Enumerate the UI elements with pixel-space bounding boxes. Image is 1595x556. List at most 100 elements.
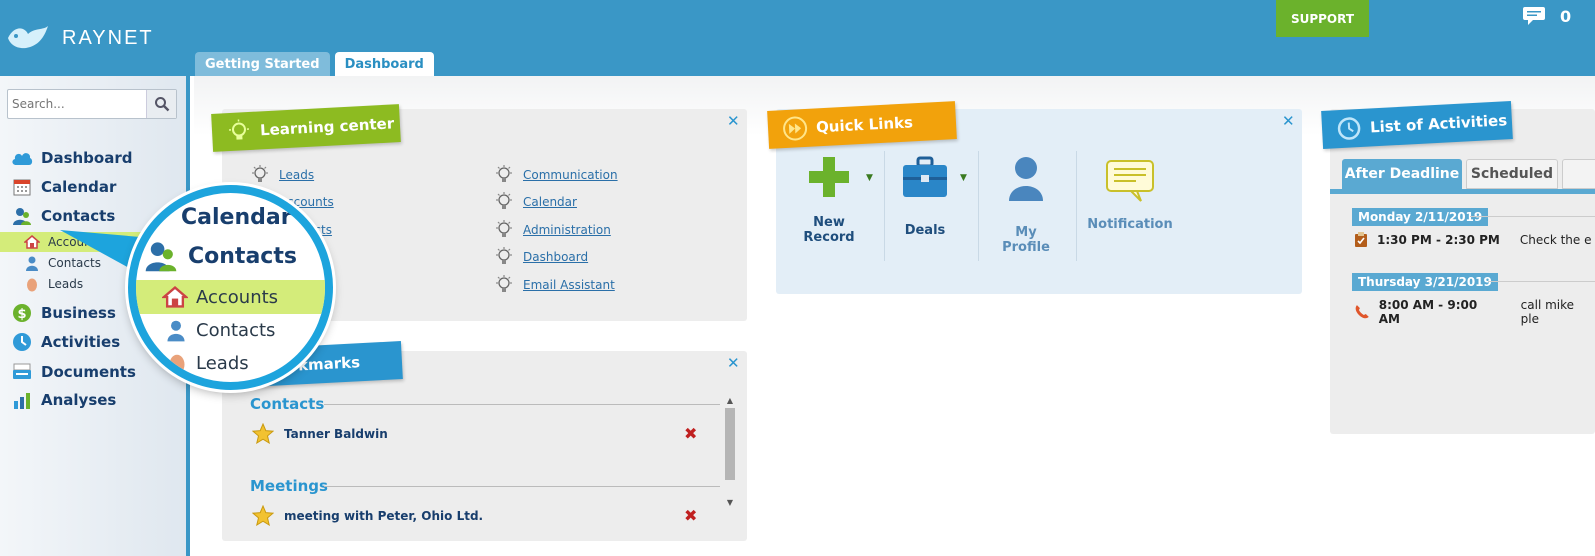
bookmark-label: Tanner Baldwin [284,426,388,441]
tab-more[interactable] [1562,159,1595,189]
quick-link-notification[interactable]: Notification [1087,159,1173,232]
activity-row[interactable]: 1:30 PM - 2:30 PM Check the e [1354,232,1591,248]
sidebar-item-label: Dashboard [41,149,133,167]
learning-link-dashboard[interactable]: Dashboard [493,246,588,268]
contacts-icon [11,205,33,227]
separator [978,151,979,261]
analyses-icon [11,389,33,411]
activity-time: 1:30 PM - 2:30 PM [1377,233,1500,247]
deals-dropdown-icon[interactable]: ▼ [960,173,967,183]
activities-icon [11,331,33,353]
support-button[interactable]: SUPPORT [1276,0,1369,37]
scroll-down-icon[interactable]: ▼ [724,498,736,507]
activity-text: Check the e [1519,233,1592,247]
bookmark-item[interactable]: meeting with Peter, Ohio Ltd. [252,505,483,526]
close-learning-center-icon[interactable]: ✕ [727,112,740,130]
messages[interactable]: 0 [1522,6,1571,26]
learning-link-email-assistant[interactable]: Email Assistant [493,274,615,296]
learning-link-calendar[interactable]: Calendar [493,191,577,213]
divider [1470,216,1595,217]
magnifier-contacts-sub: Contacts [166,318,275,342]
separator [1076,151,1077,261]
activities-panel: After Deadline Scheduled Monday 2/11/201… [1330,109,1595,434]
sidebar-item-calendar[interactable]: Calendar [0,176,190,198]
learning-link-leads[interactable]: Leads [249,164,314,186]
clock-icon [1337,117,1361,140]
divider [324,486,720,487]
sidebar-item-label: Analyses [41,391,117,409]
tab-scheduled[interactable]: Scheduled [1466,159,1558,189]
bulb-icon [496,220,512,237]
divider [324,404,720,405]
person-icon [167,320,185,342]
activity-text: call mike ple [1520,298,1575,326]
learning-link-label: Email Assistant [523,278,615,292]
quick-link-label: Notification [1087,217,1173,232]
learning-link-label: Communication [523,168,618,182]
raynet-logo[interactable]: RAYNET [6,24,154,52]
scroll-up-icon[interactable]: ▲ [724,396,736,405]
search-box [7,89,177,119]
tab-dashboard[interactable]: Dashboard [334,52,434,76]
quick-link-label: My Profile [1002,225,1050,255]
egg-icon [24,276,40,292]
activities-title: List of Activities [1369,111,1508,137]
fast-forward-icon [783,116,808,141]
remove-bookmark-icon[interactable]: ✖ [684,506,697,525]
magnifier-contacts-sub-label: Contacts [196,319,276,341]
activity-time: 8:00 AM - 9:00 AM [1378,298,1478,326]
quick-link-deals[interactable]: Deals [894,155,956,238]
plus-icon [809,157,849,197]
documents-icon [11,361,33,383]
magnifier: Calendar Contacts Accounts Contacts Lead… [128,185,333,390]
new-record-dropdown-icon[interactable]: ▼ [866,173,873,183]
house-icon [162,286,188,308]
activity-row[interactable]: 8:00 AM - 9:00 AM call mike ple [1354,298,1595,326]
bookmark-item[interactable]: Tanner Baldwin [252,423,388,444]
bookmark-group-contacts: Contacts [250,395,325,413]
search-button[interactable] [146,90,176,118]
chat-icon [1523,7,1545,25]
remove-bookmark-icon[interactable]: ✖ [684,424,697,443]
magnifier-leads-label: Leads [196,352,249,374]
separator [884,151,885,261]
star-icon [252,505,274,526]
close-bookmarks-icon[interactable]: ✕ [727,354,740,372]
bulb-icon [252,165,268,182]
sidebar-item-label: Calendar [41,178,117,196]
sidebar-item-documents[interactable]: Documents [0,361,190,383]
quick-link-label: Record [803,230,855,245]
learning-link-administration[interactable]: Administration [493,219,611,241]
tab-getting-started[interactable]: Getting Started [195,52,330,76]
learning-link-label: Calendar [523,195,577,209]
learning-link-label: Dashboard [523,250,589,264]
learning-link-label: Leads [279,168,315,182]
bulb-icon [496,165,512,182]
scroll-thumb[interactable] [725,408,735,480]
egg-icon [169,354,185,375]
phone-icon [1355,305,1369,319]
quick-link-new-record[interactable]: New Record [798,155,860,245]
quick-link-my-profile[interactable]: My Profile [991,155,1061,255]
sidebar-item-analyses[interactable]: Analyses [0,389,190,411]
quick-links-title: Quick Links [815,113,914,137]
sidebar-item-label: Contacts [41,207,116,225]
bookmarks-scrollbar[interactable]: ▲ ▼ [724,396,736,516]
learning-link-communication[interactable]: Communication [493,164,618,186]
close-quick-links-icon[interactable]: ✕ [1282,112,1295,130]
main-tabs: Getting Started Dashboard [195,52,434,76]
sidebar-item-label: Documents [41,363,136,381]
contacts-icon [145,242,177,272]
quick-link-label: New [813,215,845,230]
tab-after-deadline[interactable]: After Deadline [1342,159,1462,189]
divider [1488,281,1595,282]
bulb-icon [496,275,512,292]
activity-date: Monday 2/11/2019 [1352,208,1489,226]
dashboard-area: ✕ Leads Accounts Contacts Communication … [194,76,1595,556]
search-input[interactable] [8,90,144,118]
profile-icon [1009,157,1043,201]
bird-logo-icon [8,26,48,49]
top-bar: RAYNET SUPPORT 0 Getting Started Dashboa… [0,0,1595,76]
sidebar-item-dashboard[interactable]: Dashboard [0,147,190,169]
svg-text:$: $ [17,307,26,322]
